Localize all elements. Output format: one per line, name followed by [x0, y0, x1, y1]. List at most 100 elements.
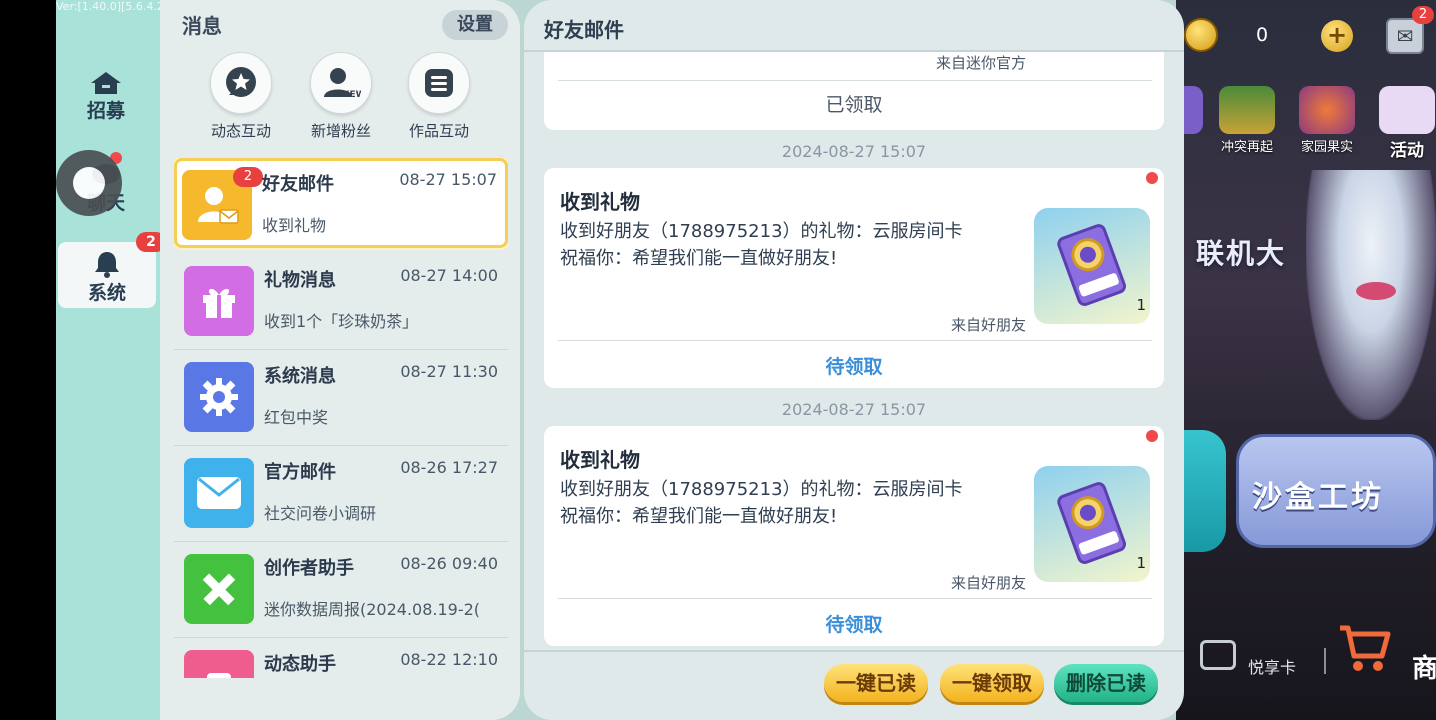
- message-time: 08-27 15:07: [399, 170, 497, 189]
- mail-card-body: 收到好朋友（1788975213）的礼物：云服房间卡 祝福你：希望我们能一直做好…: [560, 476, 963, 530]
- mail-card: 收到礼物 收到好朋友（1788975213）的礼物：云服房间卡 祝福你：希望我们…: [544, 168, 1164, 388]
- mail-card-line-2: 祝福你：希望我们能一直做好朋友!: [560, 506, 838, 527]
- claim-all-button[interactable]: 一键领取: [940, 664, 1044, 702]
- event-activity-label: 活动: [1390, 141, 1424, 161]
- coin-icon: [1184, 18, 1218, 52]
- room-card-gift-icon[interactable]: [1034, 208, 1150, 324]
- divider: [558, 340, 1152, 341]
- message-item-friend-mail[interactable]: 2 好友邮件 08-27 15:07 收到礼物: [174, 158, 508, 248]
- coin-count: 0: [1256, 24, 1269, 46]
- shortcut-fans-label: 新增粉丝: [310, 122, 371, 140]
- event-conflict[interactable]: 冲突再起: [1212, 86, 1282, 155]
- message-time: 08-27 11:30: [400, 362, 498, 381]
- claim-button[interactable]: 待领取: [544, 352, 1164, 379]
- yueka-label[interactable]: 悦享卡: [1248, 654, 1296, 678]
- message-preview: 红包中奖: [264, 408, 329, 427]
- mail-date: 2024-08-27 15:07: [781, 142, 927, 161]
- event-home-fruit[interactable]: 家园果实: [1292, 86, 1362, 155]
- room-card-gift-icon[interactable]: [1034, 466, 1150, 582]
- mail-sender: 来自迷你官方: [935, 54, 1026, 72]
- unread-dot: [1146, 172, 1158, 184]
- shop-label[interactable]: 商: [1412, 648, 1436, 685]
- message-item-dynamic-assistant[interactable]: 动态助手 08-22 12:10: [174, 638, 508, 678]
- message-preview: 收到1个「珍珠奶茶」: [264, 312, 419, 331]
- promo-text: 联机大: [1196, 237, 1287, 270]
- mail-sender: 来自好朋友: [950, 316, 1026, 334]
- delete-read-button[interactable]: 删除已读: [1054, 664, 1158, 702]
- mail-card-line-1: 收到好朋友（1788975213）的礼物：云服房间卡: [560, 479, 963, 500]
- message-name: 礼物消息: [264, 270, 336, 291]
- message-item-creator-assistant[interactable]: 创作者助手 08-26 09:40 迷你数据周报(2024.08.19-2(: [174, 542, 508, 638]
- shortcut-work-label: 作品互动: [408, 122, 469, 140]
- event-conflict-icon: [1219, 86, 1275, 134]
- gear-icon: [184, 362, 254, 432]
- message-preview: 社交问卷小调研: [264, 504, 377, 523]
- sandbox-label: 沙盒工坊: [1252, 480, 1384, 515]
- message-time: 08-27 14:00: [400, 266, 498, 285]
- unread-dot: [1146, 430, 1158, 442]
- game-top-bar: 0 + ✉ 2: [1176, 0, 1436, 70]
- event-conflict-label: 冲突再起: [1220, 140, 1273, 155]
- message-item-system[interactable]: 系统消息 08-27 11:30 红包中奖: [174, 350, 508, 446]
- nav-system-label: 系统: [87, 282, 126, 304]
- event-activity-icon: [1379, 86, 1435, 134]
- divider: [1324, 648, 1326, 674]
- divider: [524, 650, 1184, 652]
- divider: [558, 80, 1152, 81]
- mail-card-claimed: 来自迷你官方 已领取: [544, 52, 1164, 130]
- message-item-gift[interactable]: 礼物消息 08-27 14:00 收到1个「珍珠奶茶」: [174, 254, 508, 350]
- message-list: 2 好友邮件 08-27 15:07 收到礼物 礼物消息 08-27 14:00…: [174, 158, 508, 678]
- new-badge-text: NEW: [342, 90, 361, 100]
- yueka-card-icon[interactable]: [1200, 640, 1236, 670]
- mail-list[interactable]: 来自迷你官方 已领取 2024-08-27 15:07 收到礼物 收到好朋友（1…: [544, 52, 1164, 650]
- message-panel-title: 消息: [182, 14, 222, 38]
- event-home-fruit-icon: [1299, 86, 1355, 134]
- star-bubble-icon: [210, 52, 272, 114]
- shortcut-new-fans[interactable]: NEW 新增粉丝: [296, 52, 386, 141]
- claim-button[interactable]: 待领取: [544, 610, 1164, 637]
- pencil-ruler-icon: [184, 554, 254, 624]
- mail-date: 2024-08-27 15:07: [781, 400, 927, 419]
- shopping-cart-icon[interactable]: [1336, 620, 1392, 676]
- read-all-button[interactable]: 一键已读: [824, 664, 928, 702]
- message-time: 08-22 12:10: [400, 650, 498, 669]
- game-screen: 0 + ✉ 2 录 冲突再起 家园果实 活动 联机大 沙盒工坊 悦享卡: [56, 0, 1436, 720]
- mail-sender: 来自好朋友: [950, 574, 1026, 592]
- event-home-fruit-label: 家园果实: [1300, 140, 1353, 155]
- nav-recruit[interactable]: 招募: [56, 70, 156, 123]
- message-preview: 收到礼物: [262, 216, 327, 235]
- event-row: 录 冲突再起 家园果实 活动: [1147, 86, 1436, 161]
- message-panel: 消息 设置 动态互动 NEW 新增粉丝 作品互动 2 好友邮件 08-27 15…: [160, 0, 520, 720]
- new-fan-icon: NEW: [310, 52, 372, 114]
- envelope-icon: [184, 458, 254, 528]
- shortcut-dynamic-interaction[interactable]: 动态互动: [196, 52, 286, 141]
- message-time: 08-26 09:40: [400, 554, 498, 573]
- floating-ball-center: [73, 167, 105, 199]
- settings-button[interactable]: 设置: [442, 10, 508, 40]
- nav-recruit-label: 招募: [86, 100, 125, 122]
- shortcut-work-interaction[interactable]: 作品互动: [394, 52, 484, 141]
- message-time: 08-26 17:27: [400, 458, 498, 477]
- mail-card-line-1: 收到好朋友（1788975213）的礼物：云服房间卡: [560, 221, 963, 242]
- message-preview: 迷你数据周报(2024.08.19-2(: [264, 600, 481, 619]
- mail-badge: 2: [1412, 6, 1434, 24]
- claimed-label: 已领取: [825, 94, 883, 116]
- mail-card-line-2: 祝福你：希望我们能一直做好朋友!: [560, 248, 838, 269]
- gift-count: 1: [1136, 296, 1146, 314]
- mail-card: 收到礼物 收到好朋友（1788975213）的礼物：云服房间卡 祝福你：希望我们…: [544, 426, 1164, 646]
- left-nav: 招募 聊天 系统 2 Ver:[1.40.0][5.6.4.2][0][0] F…: [56, 0, 254, 720]
- add-coin-button[interactable]: +: [1321, 20, 1353, 52]
- list-icon: [408, 52, 470, 114]
- nav-system[interactable]: 系统: [58, 242, 156, 308]
- character-eye: [1356, 282, 1396, 300]
- mail-card-title: 收到礼物: [560, 190, 640, 214]
- gift-count: 1: [1136, 554, 1146, 572]
- message-name: 动态助手: [264, 654, 336, 675]
- friend-mail-badge: 2: [233, 167, 263, 187]
- floating-assist-ball[interactable]: [56, 150, 122, 216]
- message-item-official-mail[interactable]: 官方邮件 08-26 17:27 社交问卷小调研: [174, 446, 508, 542]
- event-activity[interactable]: 活动: [1372, 86, 1436, 161]
- mail-card-body: 收到好朋友（1788975213）的礼物：云服房间卡 祝福你：希望我们能一直做好…: [560, 218, 963, 272]
- bell-icon: [95, 252, 119, 278]
- message-name: 好友邮件: [262, 174, 334, 195]
